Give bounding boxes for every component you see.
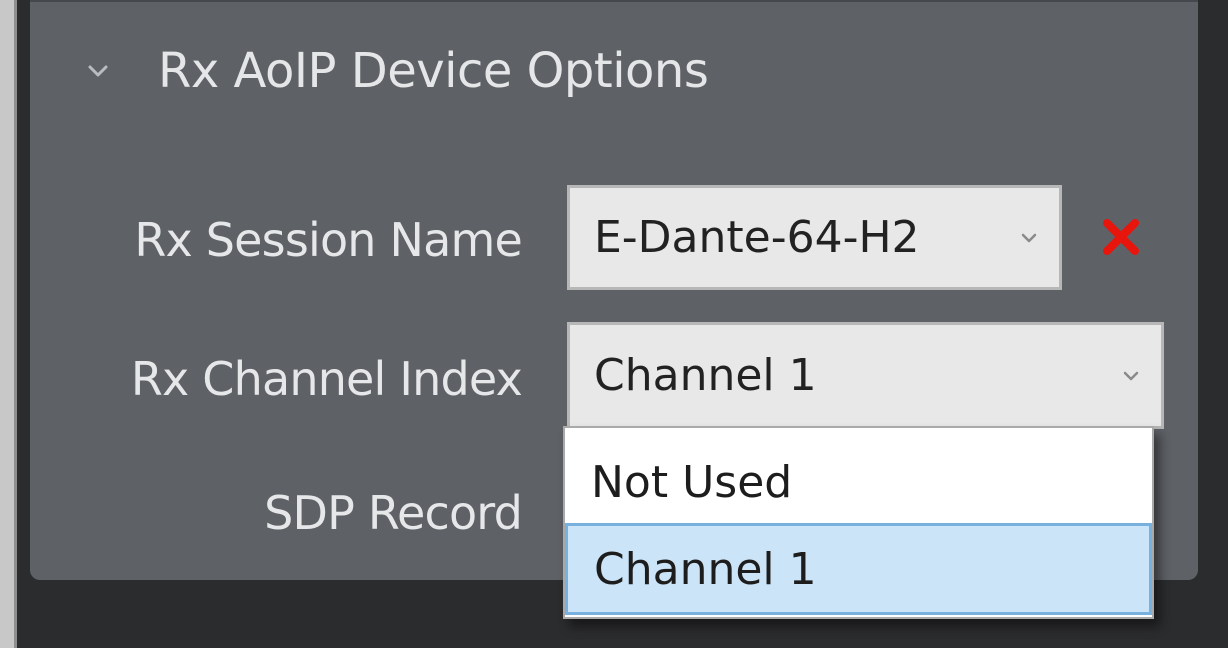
- sdp-record-label: SDP Record: [264, 486, 523, 540]
- dropdown-option-not-used[interactable]: Not Used: [565, 436, 1152, 528]
- chevron-down-icon: [1007, 216, 1051, 260]
- session-name-value: E-Dante-64-H2: [594, 212, 920, 263]
- channel-index-dropdown-list: Not Used Channel 1: [563, 426, 1154, 619]
- channel-index-select[interactable]: Channel 1: [567, 322, 1164, 429]
- channel-index-row: Rx Channel Index: [30, 344, 523, 414]
- session-name-row: Rx Session Name: [30, 205, 522, 275]
- sdp-record-row: SDP Record: [30, 478, 523, 548]
- left-edge-strip: [0, 0, 17, 648]
- chevron-down-icon: [78, 51, 118, 91]
- close-icon[interactable]: [1098, 214, 1144, 260]
- dropdown-option-channel-1[interactable]: Channel 1: [565, 523, 1152, 615]
- channel-index-value: Channel 1: [594, 350, 817, 401]
- session-name-select[interactable]: E-Dante-64-H2: [567, 185, 1062, 290]
- chevron-down-icon: [1109, 354, 1153, 398]
- session-name-label: Rx Session Name: [134, 213, 522, 267]
- app-window: Rx AoIP Device Options Rx Session Name E…: [0, 0, 1228, 648]
- panel-title: Rx AoIP Device Options: [158, 43, 709, 99]
- panel-header-toggle[interactable]: Rx AoIP Device Options: [78, 36, 709, 106]
- channel-index-label: Rx Channel Index: [130, 352, 523, 406]
